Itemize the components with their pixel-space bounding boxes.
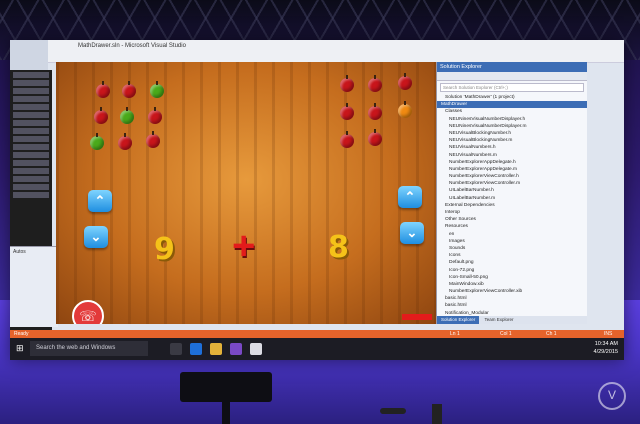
solution-tree-item[interactable]: Resources xyxy=(437,223,587,230)
apple-icon xyxy=(398,73,412,90)
apple-icon xyxy=(368,129,382,146)
watermark-logo: V xyxy=(598,382,626,410)
orange-icon xyxy=(398,101,412,118)
tab-team-explorer[interactable]: Team Explorer xyxy=(481,316,518,324)
solution-tree-item[interactable]: basic.html xyxy=(437,295,587,302)
insert-mode-indicator: INS xyxy=(604,331,613,337)
solution-tree-item[interactable]: External Dependencies xyxy=(437,202,587,209)
apple-icon xyxy=(368,75,382,92)
solution-tree-item[interactable]: NEUVisualBlockingNumber.h xyxy=(437,130,587,137)
tab-solution-explorer[interactable]: Solution Explorer xyxy=(437,316,480,324)
solution-tree-item[interactable]: NumberExplorerViewController.xib xyxy=(437,288,587,295)
apple-icon xyxy=(340,131,354,148)
solution-tree-item[interactable]: Classes xyxy=(437,108,587,115)
plus-operator[interactable]: + xyxy=(232,226,255,266)
char-indicator: Ch 1 xyxy=(546,331,557,337)
column-indicator: Col 1 xyxy=(500,331,512,337)
solution-tree-item[interactable]: basic.html xyxy=(437,302,587,309)
taskbar: ⊞ Search the web and Windows 10:34 AM 4/… xyxy=(10,338,624,360)
right-number: 8 xyxy=(328,230,349,265)
app-icon[interactable] xyxy=(250,343,262,355)
solution-tree-item[interactable]: Interop xyxy=(437,209,587,216)
solution-tree-item[interactable]: NumberExplorerAppDelegate.h xyxy=(437,159,587,166)
solution-tree-item[interactable]: NEUVisualBlockingNumber.m xyxy=(437,137,587,144)
stage-light xyxy=(180,372,272,402)
projected-screen: MathDrawer.sln - Microsoft Visual Studio… xyxy=(10,40,624,360)
visual-studio-icon[interactable] xyxy=(230,343,242,355)
apple-icon xyxy=(96,81,110,98)
line-indicator: Ln 1 xyxy=(450,331,460,337)
task-view-icon[interactable] xyxy=(170,343,182,355)
left-decrement-button[interactable]: ⌄ xyxy=(84,226,108,248)
solution-tree-item[interactable]: NEUNinesVisualNumberDisplayer.h xyxy=(437,116,587,123)
autos-panel: Autos xyxy=(10,246,58,327)
solution-tree-item[interactable]: MathDrawer xyxy=(437,101,587,109)
solution-explorer: Solution Explorer Search Solution Explor… xyxy=(436,62,587,324)
clock-time: 10:34 AM xyxy=(594,341,618,347)
windows-start-icon[interactable]: ⊞ xyxy=(16,343,26,353)
solution-explorer-title: Solution Explorer xyxy=(437,62,587,72)
solution-tree: Solution 'MathDrawer' (1 project) MathDra… xyxy=(437,94,587,317)
apple-icon xyxy=(118,133,132,150)
apple-icon xyxy=(122,81,136,98)
solution-tree-item[interactable]: Default.png xyxy=(437,259,587,266)
solution-tree-item[interactable]: NEUVisualNumbers.h xyxy=(437,144,587,151)
apple-icon xyxy=(146,131,160,148)
solution-tree-item[interactable]: NEUNinesVisualNumberDisplayer.m xyxy=(437,123,587,130)
apple-icon xyxy=(94,107,108,124)
microphone xyxy=(380,408,406,414)
app-simulator[interactable]: ⌃ ⌄ 9 + 8 ⌃ ⌄ ÷ ✕ ☏ xyxy=(56,62,436,324)
status-text: Ready xyxy=(14,331,29,337)
solution-tree-item[interactable]: NumberExplorerAppDelegate.m xyxy=(437,166,587,173)
apple-icon xyxy=(340,103,354,120)
solution-tree-item[interactable]: NumberExplorerViewController.m xyxy=(437,180,587,187)
phone-icon[interactable]: ☏ xyxy=(72,300,104,324)
solution-tree-item[interactable]: UILabelBarNumber.h xyxy=(437,187,587,194)
solution-tree-item[interactable]: Icon-72.png xyxy=(437,267,587,274)
solution-tree-item[interactable]: Icons xyxy=(437,252,587,259)
clock-date: 4/29/2015 xyxy=(593,349,618,355)
apple-icon xyxy=(120,107,134,124)
solution-tree-item[interactable]: Sounds xyxy=(437,245,587,252)
apple-icon xyxy=(90,133,104,150)
solution-tree-item[interactable]: NEUVisualNumbers.m xyxy=(437,152,587,159)
apple-icon xyxy=(150,81,164,98)
solution-explorer-toolbar[interactable] xyxy=(437,72,587,81)
system-clock[interactable]: 10:34 AM 4/29/2015 xyxy=(594,340,618,356)
autos-label: Autos xyxy=(13,249,26,255)
left-number: 9 xyxy=(154,232,175,267)
window-title: MathDrawer.sln - Microsoft Visual Studio xyxy=(48,40,624,52)
solution-explorer-tabs: Solution Explorer Team Explorer xyxy=(437,316,587,324)
folder-icon[interactable] xyxy=(210,343,222,355)
stage-light-stand xyxy=(222,400,230,424)
solution-tree-item[interactable]: Icon-Small-50.png xyxy=(437,274,587,281)
browser-icon[interactable] xyxy=(190,343,202,355)
solution-tree-item[interactable]: Images xyxy=(437,238,587,245)
solution-tree-item[interactable]: MainWindow.xib xyxy=(437,281,587,288)
multiply-operator[interactable]: ✕ xyxy=(396,318,428,324)
solution-tree-item[interactable]: Other Sources xyxy=(437,216,587,223)
apple-icon xyxy=(148,107,162,124)
solution-tree-item[interactable]: Solution 'MathDrawer' (1 project) xyxy=(437,94,587,101)
taskbar-search-input[interactable]: Search the web and Windows xyxy=(30,341,148,356)
apple-icon xyxy=(368,103,382,120)
left-increment-button[interactable]: ⌃ xyxy=(88,190,112,212)
apple-icon xyxy=(340,75,354,92)
microphone xyxy=(432,404,442,424)
divide-operator[interactable]: ÷ xyxy=(358,314,377,324)
solution-tree-item[interactable]: en xyxy=(437,231,587,238)
solution-tree-item[interactable]: UILabelBarNumber.m xyxy=(437,195,587,202)
right-increment-button[interactable]: ⌃ xyxy=(398,186,422,208)
solution-tree-item[interactable]: NumberExplorerViewController.h xyxy=(437,173,587,180)
right-decrement-button[interactable]: ⌄ xyxy=(400,222,424,244)
solution-search-input[interactable]: Search Solution Explorer (Ctrl+;) xyxy=(440,83,584,92)
status-bar: Ready Ln 1 Col 1 Ch 1 INS xyxy=(10,330,624,338)
